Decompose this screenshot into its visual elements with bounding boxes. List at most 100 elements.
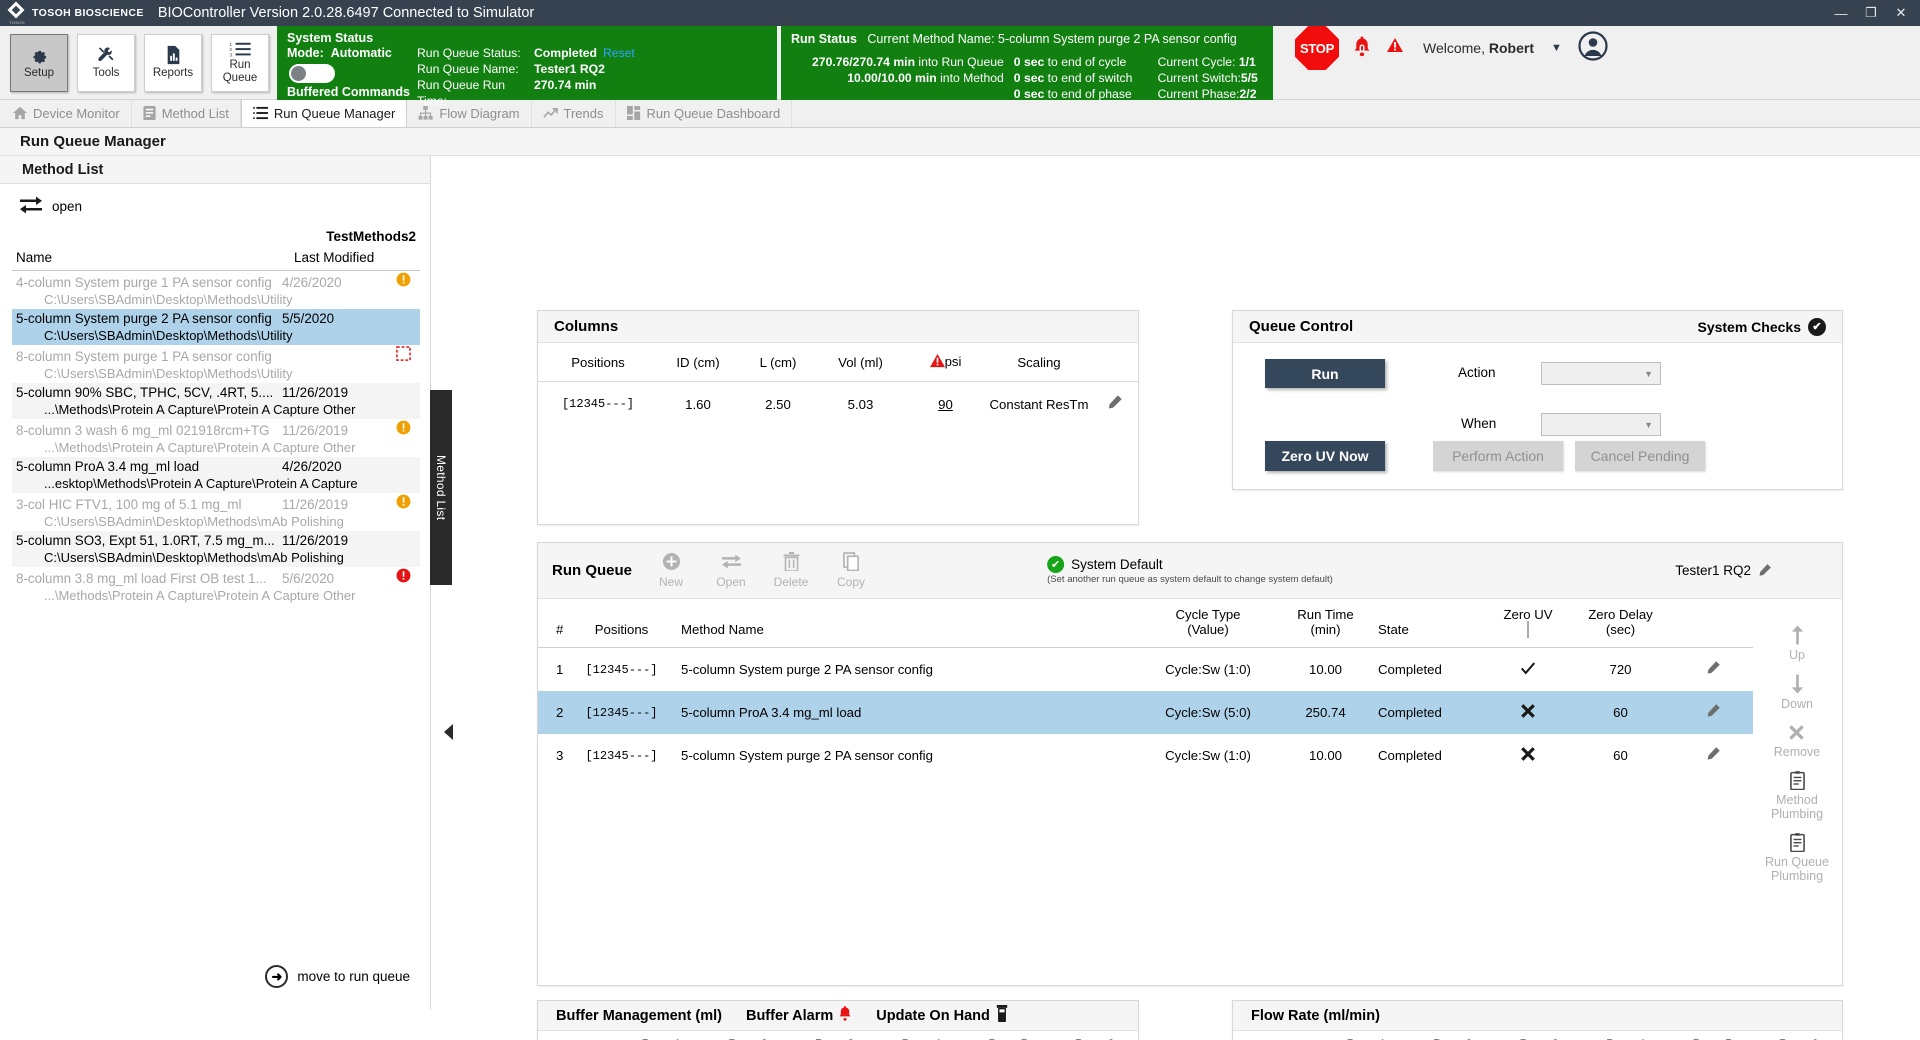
buffer-alarm-label: Buffer Alarm xyxy=(745,1007,834,1024)
method-list-item[interactable]: 5-column ProA 3.4 mg_ml load 4/26/2020...… xyxy=(12,457,420,493)
tools-button[interactable]: Tools xyxy=(77,33,135,92)
alert-triangle-icon[interactable] xyxy=(1387,38,1403,58)
reset-link[interactable]: Reset xyxy=(603,45,635,61)
run-queue-run-time-label: Run Queue Run Time: xyxy=(417,78,506,108)
method-status-icon[interactable] xyxy=(390,346,416,365)
run-queue-plumbing-button[interactable]: Run Queue Plumbing xyxy=(1765,833,1829,883)
pump-column-header: Pump6 xyxy=(1755,1031,1842,1040)
rq-edit-button[interactable] xyxy=(1673,734,1753,777)
run-queue-row[interactable]: 3 [12345---] 5-column System purge 2 PA se… xyxy=(538,734,1753,777)
method-list-item[interactable]: 8-column 3 wash 6 mg_ml 021918rcm+TG 11/2… xyxy=(12,419,420,457)
progress-method-text: into Method xyxy=(936,71,1004,85)
method-list-item[interactable]: 5-column System purge 2 PA sensor config… xyxy=(12,309,420,345)
run-queue-name[interactable]: Tester1 RQ2 xyxy=(1675,563,1772,578)
column-l-cm: 2.50 xyxy=(765,396,791,412)
method-list-item[interactable]: 8-column System purge 1 PA sensor config… xyxy=(12,345,420,383)
method-list-item[interactable]: 8-column 3.8 mg_ml load First OB test 1.… xyxy=(12,567,420,605)
method-modified-date: 11/26/2019 xyxy=(282,497,349,512)
close-icon[interactable]: ✕ xyxy=(1886,0,1916,26)
tab-bar: Device Monitor Method List Run Queue Man… xyxy=(0,98,1920,128)
tab-run-queue-manager[interactable]: Run Queue Manager xyxy=(240,98,408,127)
when-select[interactable]: ▼ xyxy=(1541,413,1661,436)
setup-button[interactable]: Setup xyxy=(10,33,68,92)
tab-method-list[interactable]: Method List xyxy=(131,99,241,127)
run-queue-row[interactable]: 2 [12345---] 5-column ProA 3.4 mg_ml load C… xyxy=(538,691,1753,734)
rq-edit-button[interactable] xyxy=(1673,648,1753,692)
zero-uv-select-all-checkbox[interactable] xyxy=(1527,621,1529,638)
method-list-item[interactable]: 4-column System purge 1 PA sensor config… xyxy=(12,271,420,309)
columns-card: Columns Positions ID (cm) L (cm) Vol (ml… xyxy=(537,310,1139,525)
move-up-button[interactable]: Up xyxy=(1789,625,1806,662)
rq-hdr-method-name: Method Name xyxy=(669,599,1143,648)
action-select[interactable]: ▼ xyxy=(1541,362,1661,385)
run-queue-run-time-value: 270.74 min xyxy=(534,78,597,92)
columns-table-row[interactable]: [12345---] 1.60 2.50 5.03 90 Constant Re… xyxy=(538,382,1138,427)
remove-button[interactable]: Remove xyxy=(1774,723,1820,759)
method-list-item[interactable]: 5-column SO3, Expt 51, 1.0RT, 7.5 mg_m..… xyxy=(12,531,420,567)
current-switch-label: Current Switch: xyxy=(1157,71,1241,85)
avatar-icon[interactable] xyxy=(1578,30,1608,66)
update-on-hand-button[interactable]: Update On Hand xyxy=(876,1005,1009,1026)
buffer-alarm-button[interactable]: Buffer Alarm xyxy=(746,1005,852,1026)
pump-column-header: Pump3 xyxy=(1496,1031,1583,1040)
method-list-item[interactable]: 3-col HIC FTV1, 100 mg of 5.1 mg_ml 11/26… xyxy=(12,493,420,531)
rq-edit-button[interactable] xyxy=(1673,691,1753,734)
system-status-rows: Run Queue Status: Completed Reset Run Qu… xyxy=(417,31,635,108)
rq-zero-uv-toggle[interactable] xyxy=(1488,648,1568,692)
rq-run-time: 10.00 xyxy=(1308,662,1342,677)
buffered-commands-toggle[interactable] xyxy=(289,64,335,83)
rq-zero-uv-toggle[interactable] xyxy=(1488,691,1568,734)
method-status-icon[interactable] xyxy=(390,568,416,587)
minimize-icon[interactable]: — xyxy=(1826,0,1856,26)
method-list-column-headers: Name Last Modified xyxy=(12,244,420,271)
new-run-queue-button[interactable]: New xyxy=(648,552,694,589)
rq-positions: [12345---] xyxy=(574,691,669,734)
method-list-collapse-handle[interactable]: Method List xyxy=(430,390,452,585)
method-status-icon[interactable] xyxy=(390,420,416,439)
restore-icon[interactable]: ❐ xyxy=(1856,0,1886,26)
reports-button-label: Reports xyxy=(152,67,194,80)
edit-pencil-icon[interactable] xyxy=(1757,563,1772,578)
system-checks[interactable]: System Checks ✔ xyxy=(1697,317,1826,336)
method-modified-date: 4/26/2020 xyxy=(282,459,342,474)
column-edit-button[interactable] xyxy=(1090,382,1138,427)
method-plumbing-button[interactable]: Method Plumbing xyxy=(1771,771,1823,821)
col-hdr-edit xyxy=(1090,343,1138,382)
method-list-collapse-arrow-icon[interactable] xyxy=(444,724,453,740)
notifications-button[interactable]: 0 xyxy=(1349,33,1375,63)
perform-action-button[interactable]: Perform Action xyxy=(1433,441,1563,471)
rq-zero-uv-toggle[interactable] xyxy=(1488,734,1568,777)
run-queue-row[interactable]: 1 [12345---] 5-column System purge 2 PA se… xyxy=(538,648,1753,692)
run-queue-table: # Positions Method Name Cycle Type (Valu… xyxy=(538,599,1753,777)
stop-button[interactable]: STOP xyxy=(1295,26,1339,70)
chevron-down-icon[interactable]: ▼ xyxy=(1551,42,1562,54)
system-default-indicator: ✔ System Default (Set another run queue … xyxy=(1047,556,1333,585)
method-status-icon[interactable] xyxy=(390,494,416,513)
method-status-icon[interactable] xyxy=(390,272,416,291)
column-psi[interactable]: 90 xyxy=(903,382,988,427)
method-modified-date: 4/26/2020 xyxy=(282,275,342,290)
rq-state: Completed xyxy=(1378,662,1442,677)
open-run-queue-button[interactable]: Open xyxy=(708,552,754,589)
plus-circle-icon xyxy=(662,552,681,574)
run-queue-button[interactable]: 123 Run Queue xyxy=(211,33,269,92)
run-queue-side-actions: Up Down Remove Method Plumbing Run Queue… xyxy=(1752,599,1842,883)
tab-device-monitor[interactable]: Device Monitor xyxy=(2,99,132,127)
zero-uv-now-button[interactable]: Zero UV Now xyxy=(1265,441,1385,471)
tosoh-logo-icon: TOSOH xyxy=(6,1,28,25)
move-down-button[interactable]: Down xyxy=(1781,674,1813,711)
open-method-folder-button[interactable]: open xyxy=(12,184,420,221)
row-label-header xyxy=(538,1031,618,1040)
run-status-col-progress: 270.76/270.74 min into Run Queue 10.00/1… xyxy=(791,54,1014,102)
method-list-body: open TestMethods2 Name Last Modified 4-c… xyxy=(12,184,420,1010)
method-list-item[interactable]: 5-column 90% SBC, TPHC, 5CV, .4RT, 5....… xyxy=(12,383,420,419)
tab-run-queue-dashboard[interactable]: Run Queue Dashboard xyxy=(615,99,793,127)
move-to-run-queue-button[interactable]: ➜ move to run queue xyxy=(265,965,410,988)
run-button[interactable]: Run xyxy=(1265,359,1385,388)
copy-run-queue-button[interactable]: Copy xyxy=(828,552,874,589)
reports-button[interactable]: Reports xyxy=(144,33,202,92)
cancel-pending-button[interactable]: Cancel Pending xyxy=(1575,441,1705,471)
run-queue-title: Run Queue xyxy=(552,562,633,579)
delete-run-queue-button[interactable]: Delete xyxy=(768,552,814,589)
method-name: 8-column 3 wash 6 mg_ml 021918rcm+TG xyxy=(16,423,270,438)
